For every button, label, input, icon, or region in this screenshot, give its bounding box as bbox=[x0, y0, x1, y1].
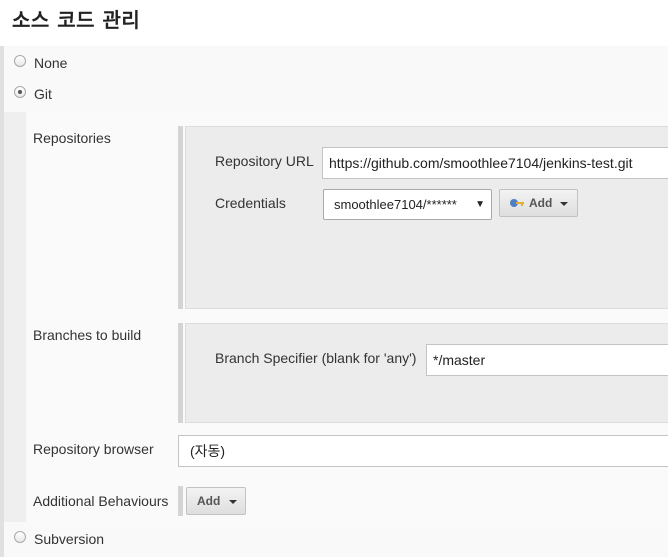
scm-git-radio[interactable] bbox=[14, 86, 26, 98]
page-title: 소스 코드 관리 bbox=[12, 8, 141, 32]
branch-specifier-input[interactable]: */master bbox=[426, 344, 668, 376]
repository-url-label: Repository URL bbox=[215, 153, 314, 169]
chevron-down-icon bbox=[229, 500, 237, 504]
branches-label: Branches to build bbox=[33, 327, 142, 343]
scm-subversion-radio[interactable] bbox=[14, 531, 26, 543]
scm-none-radio[interactable] bbox=[14, 55, 26, 67]
key-icon bbox=[510, 199, 524, 207]
scm-subversion-label[interactable]: Subversion bbox=[34, 531, 104, 547]
credentials-label: Credentials bbox=[215, 195, 286, 211]
scm-git-label[interactable]: Git bbox=[34, 86, 52, 102]
repository-browser-label: Repository browser bbox=[33, 441, 154, 457]
add-credential-button[interactable]: Add bbox=[499, 189, 578, 217]
caret-down-icon: ▼ bbox=[475, 199, 485, 210]
additional-behaviours-bar bbox=[178, 486, 183, 516]
add-behaviour-button[interactable]: Add bbox=[186, 487, 246, 515]
credentials-value: smoothlee7104/****** bbox=[334, 197, 457, 212]
repository-url-input[interactable]: https://github.com/smoothlee7104/jenkins… bbox=[322, 147, 668, 179]
scm-none-label[interactable]: None bbox=[34, 55, 67, 71]
credentials-select[interactable]: smoothlee7104/****** ▼ bbox=[323, 189, 492, 220]
repositories-label: Repositories bbox=[33, 130, 111, 146]
branches-bar bbox=[178, 323, 183, 423]
git-config-rail bbox=[4, 112, 26, 522]
branch-specifier-label: Branch Specifier (blank for 'any') bbox=[215, 350, 417, 366]
add-behaviour-label: Add bbox=[197, 494, 221, 508]
additional-behaviours-label: Additional Behaviours bbox=[33, 493, 169, 509]
add-credential-label: Add bbox=[529, 196, 553, 210]
repository-browser-select[interactable]: (자동) bbox=[178, 435, 668, 467]
repositories-bar bbox=[178, 126, 183, 309]
chevron-down-icon bbox=[560, 202, 568, 206]
